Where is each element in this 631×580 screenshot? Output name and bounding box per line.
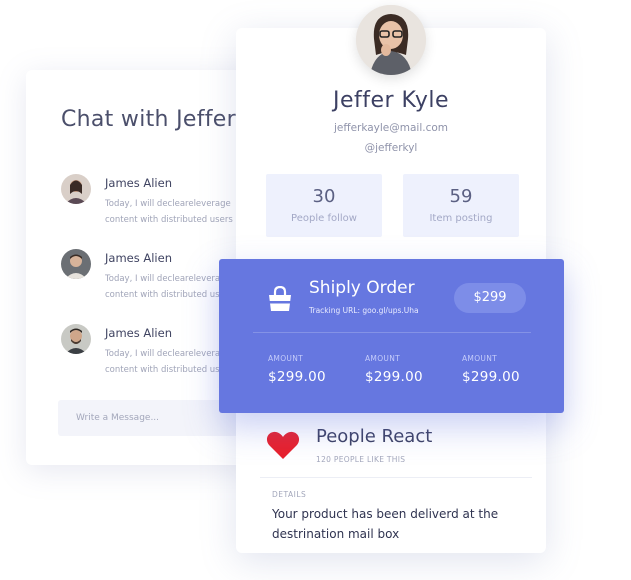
divider (253, 332, 531, 333)
shopping-bag-icon (269, 286, 291, 311)
chat-sender-name: James Alien (105, 176, 172, 190)
stat-value: 59 (449, 186, 473, 207)
chat-sender-name: James Alien (105, 326, 172, 340)
avatar (61, 174, 91, 204)
divider (260, 477, 532, 478)
amount-label: AMOUNT (268, 354, 303, 363)
stat-label: Item posting (429, 213, 493, 224)
amount-label: AMOUNT (462, 354, 497, 363)
amount-value: $299.00 (365, 369, 423, 385)
profile-handle[interactable]: @jefferkyl (236, 142, 546, 154)
amount-label: AMOUNT (365, 354, 400, 363)
amount-value: $299.00 (268, 369, 326, 385)
profile-name: Jeffer Kyle (332, 88, 450, 113)
stat-value: 30 (312, 186, 336, 207)
chat-title: Chat with Jeffer (61, 107, 236, 132)
price-badge[interactable]: $299 (454, 283, 526, 313)
amount-column: AMOUNT $299.00 (462, 354, 520, 385)
chat-sender-name: James Alien (105, 251, 172, 265)
stat-people-follow[interactable]: 30 People follow (266, 174, 382, 237)
tracking-url[interactable]: Tracking URL: goo.gl/ups.Uha (309, 306, 419, 315)
avatar (61, 324, 91, 354)
amount-column: AMOUNT $299.00 (268, 354, 326, 385)
amount-value: $299.00 (462, 369, 520, 385)
heart-icon[interactable] (266, 430, 300, 460)
shiply-order-card[interactable]: Shiply Order Tracking URL: goo.gl/ups.Uh… (219, 259, 564, 413)
react-count: 120 PEOPLE LIKE THIS (316, 455, 406, 464)
profile-avatar[interactable] (356, 5, 426, 75)
stat-label: People follow (291, 213, 357, 224)
profile-email[interactable]: jefferkayle@mail.com (236, 122, 546, 134)
amount-column: AMOUNT $299.00 (365, 354, 423, 385)
avatar (61, 249, 91, 279)
details-text: Your product has been deliverd at the de… (272, 507, 499, 541)
react-title: People React (316, 426, 433, 447)
order-title: Shiply Order (309, 278, 415, 298)
details-label: DETAILS (272, 490, 307, 499)
stat-item-posting[interactable]: 59 Item posting (403, 174, 519, 237)
